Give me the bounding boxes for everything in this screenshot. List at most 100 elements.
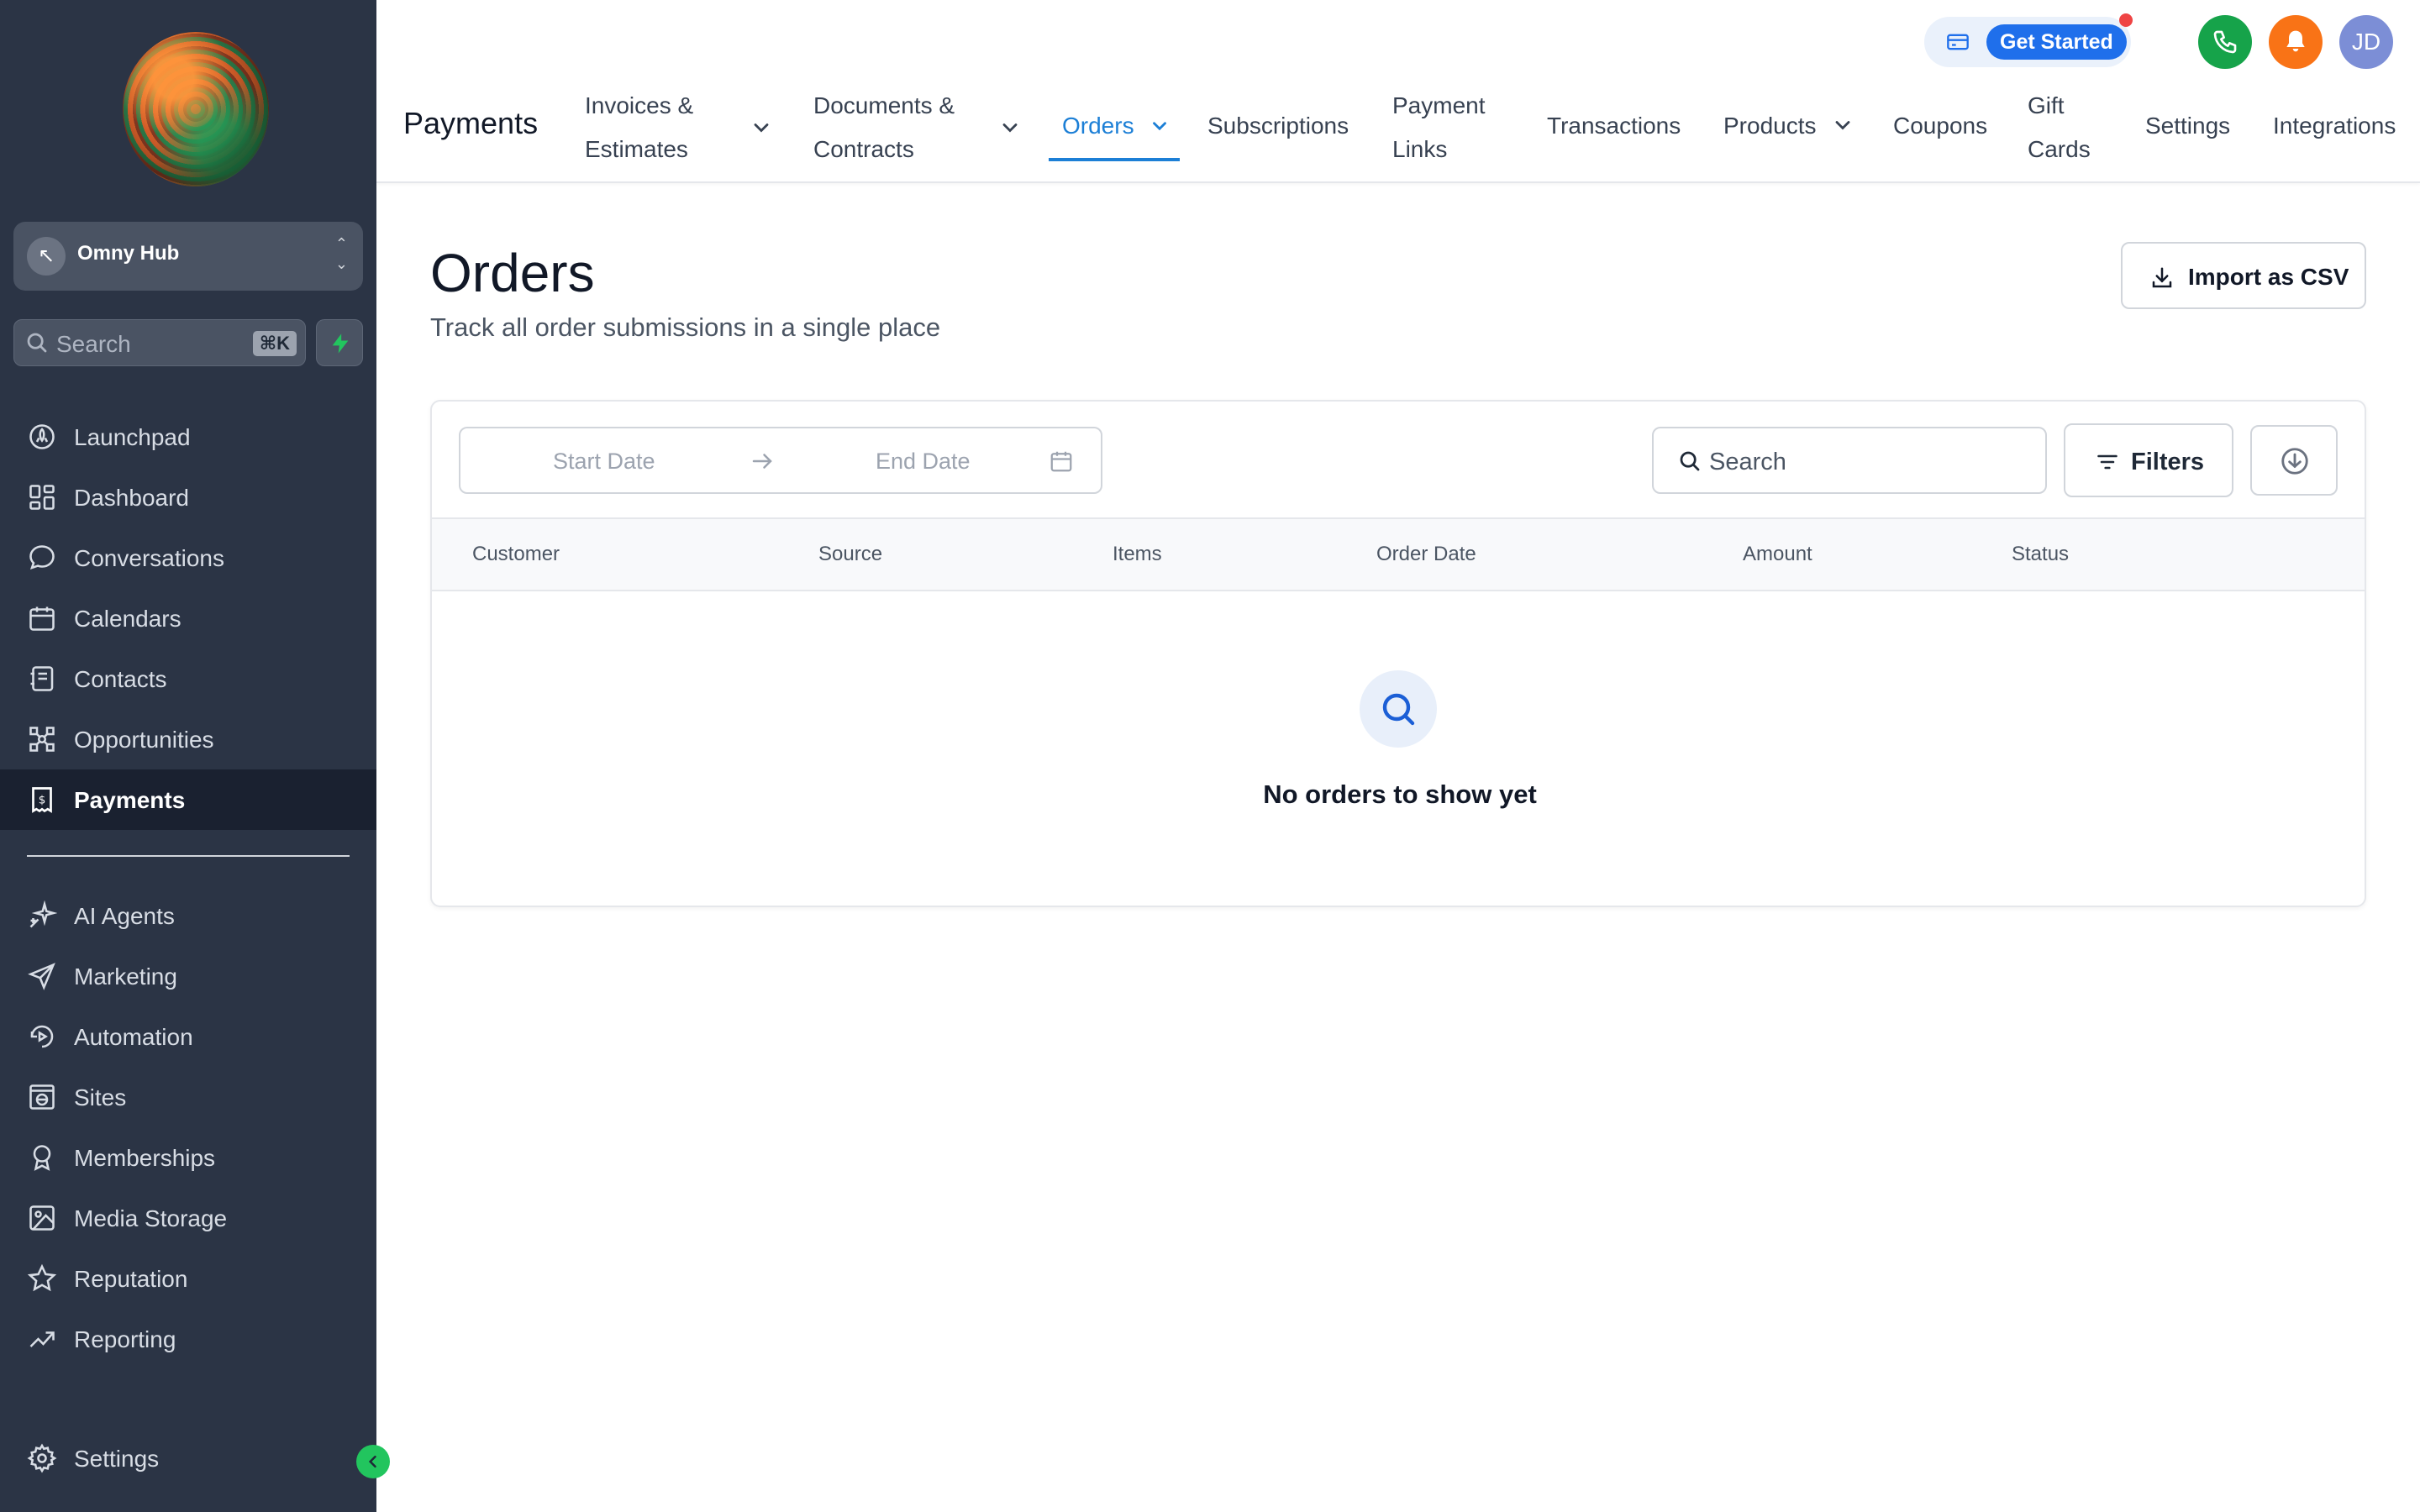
- sidebar-item-label: Payments: [74, 787, 186, 813]
- sidebar-item-label: Dashboard: [74, 485, 189, 511]
- table-header: Customer Source Items Order Date Amount …: [432, 517, 2365, 591]
- column-header-amount[interactable]: Amount: [1743, 543, 1812, 566]
- tab-label-line1: Documents &: [813, 92, 955, 118]
- tab-orders[interactable]: Orders: [1062, 106, 1171, 146]
- tab-label: Transactions: [1547, 113, 1681, 139]
- filters-label: Filters: [2131, 449, 2205, 475]
- opportunities-icon: [29, 727, 55, 752]
- tab-coupons[interactable]: Coupons: [1893, 106, 1987, 146]
- empty-state-message: No orders to show yet: [1263, 780, 1537, 809]
- tab-gift-cards[interactable]: Gift Cards: [2028, 84, 2091, 171]
- section-title: Payments: [403, 106, 539, 140]
- column-header-order-date[interactable]: Order Date: [1376, 543, 1476, 566]
- sidebar: ↖ Omny Hub ⌃ ⌄ Search ⌘K Launchpad Dashbo…: [0, 0, 376, 1512]
- automation-icon: [30, 1025, 54, 1048]
- export-button[interactable]: [2250, 425, 2338, 496]
- arrow-right-icon: [752, 454, 772, 469]
- get-started-button[interactable]: Get Started: [1986, 24, 2127, 60]
- sidebar-item-opportunities[interactable]: Opportunities: [0, 709, 376, 769]
- sidebar-item-dashboard[interactable]: Dashboard: [0, 467, 376, 528]
- tab-label-line1: Payment: [1392, 92, 1486, 118]
- sidebar-item-conversations[interactable]: Conversations: [0, 528, 376, 588]
- contacts-book-icon: [30, 666, 54, 691]
- tab-label-line2: Estimates: [585, 136, 688, 162]
- column-header-items[interactable]: Items: [1113, 543, 1162, 566]
- sparkle-icon: [29, 900, 57, 928]
- sidebar-item-label: Reporting: [74, 1326, 176, 1352]
- column-header-status[interactable]: Status: [2012, 543, 2069, 566]
- calendar-icon: [1050, 451, 1072, 472]
- empty-state-icon: [1360, 670, 1437, 748]
- tab-invoices-estimates[interactable]: Invoices & Estimates: [585, 84, 769, 171]
- credit-card-icon: [1947, 34, 1969, 50]
- keyboard-shortcut-badge: ⌘K: [252, 331, 297, 356]
- notification-dot: [2119, 13, 2133, 27]
- date-range-picker[interactable]: Start Date End Date: [459, 427, 1102, 494]
- account-switcher[interactable]: ↖ Omny Hub ⌃ ⌄: [13, 222, 363, 291]
- payments-receipt-icon: $: [32, 787, 52, 813]
- tab-documents-contracts[interactable]: Documents & Contracts: [813, 84, 1018, 171]
- tab-label-line2: Links: [1392, 136, 1448, 162]
- user-avatar[interactable]: JD: [2339, 15, 2393, 69]
- sidebar-search[interactable]: Search ⌘K: [13, 319, 306, 366]
- import-csv-button[interactable]: Import as CSV: [2121, 242, 2366, 309]
- sidebar-item-label: Opportunities: [74, 727, 214, 753]
- tab-label-line1: Invoices &: [585, 92, 694, 118]
- quick-action-button[interactable]: [316, 319, 363, 366]
- start-date-placeholder: Start Date: [553, 449, 655, 474]
- sidebar-item-sites[interactable]: Sites: [0, 1067, 376, 1127]
- tab-subscriptions[interactable]: Subscriptions: [1207, 106, 1349, 146]
- sidebar-item-automation[interactable]: Automation: [0, 1006, 376, 1067]
- end-date-placeholder: End Date: [876, 449, 971, 474]
- globe-window-icon: [29, 1084, 55, 1110]
- chevron-down-icon: [754, 123, 769, 133]
- bell-icon: [2286, 30, 2305, 52]
- sidebar-item-memberships[interactable]: Memberships: [0, 1127, 376, 1188]
- search-icon: [1680, 451, 1700, 471]
- orders-search-input[interactable]: Search: [1652, 427, 2047, 494]
- sidebar-item-settings[interactable]: Settings: [0, 1428, 376, 1488]
- orders-search-placeholder: Search: [1709, 449, 1786, 475]
- tab-label: Products: [1723, 113, 1817, 139]
- tab-settings[interactable]: Settings: [2145, 106, 2230, 146]
- sidebar-collapse-button[interactable]: [356, 1445, 390, 1478]
- tab-transactions[interactable]: Transactions: [1547, 106, 1681, 146]
- column-header-source[interactable]: Source: [818, 543, 882, 566]
- orders-card: Start Date End Date Search Filters Custo…: [430, 400, 2366, 907]
- lightning-icon: [332, 333, 349, 354]
- filters-button[interactable]: Filters: [2064, 423, 2233, 497]
- tab-label: Orders: [1062, 113, 1134, 139]
- sidebar-item-label: Sites: [74, 1084, 127, 1110]
- sidebar-item-label: Contacts: [74, 666, 167, 692]
- column-header-customer[interactable]: Customer: [472, 543, 560, 566]
- tab-label: Integrations: [2273, 113, 2396, 139]
- page-title: Orders: [430, 243, 595, 303]
- search-icon: [27, 333, 47, 353]
- sidebar-item-reputation[interactable]: Reputation: [0, 1248, 376, 1309]
- tab-label: Settings: [2145, 113, 2231, 139]
- sidebar-item-label: Conversations: [74, 545, 224, 571]
- active-tab-indicator: [1049, 158, 1180, 161]
- tab-payment-links[interactable]: Payment Links: [1392, 84, 1486, 171]
- sidebar-item-label: Launchpad: [74, 424, 191, 450]
- import-csv-label: Import as CSV: [2188, 264, 2349, 290]
- sidebar-item-contacts[interactable]: Contacts: [0, 648, 376, 709]
- sidebar-item-marketing[interactable]: Marketing: [0, 946, 376, 1006]
- send-icon: [28, 963, 55, 990]
- company-logo[interactable]: [123, 32, 269, 186]
- sidebar-item-payments[interactable]: $ Payments: [0, 769, 376, 830]
- sidebar-item-ai-agents[interactable]: AI Agents: [0, 885, 376, 946]
- gear-icon: [27, 1443, 57, 1473]
- sidebar-item-reporting[interactable]: Reporting: [0, 1309, 376, 1369]
- get-started-widget[interactable]: Get Started: [1924, 17, 2131, 67]
- sidebar-item-launchpad[interactable]: Launchpad: [0, 407, 376, 467]
- page-subtitle: Track all order submissions in a single …: [430, 312, 941, 342]
- chevron-down-icon: [1153, 122, 1167, 131]
- sidebar-item-calendars[interactable]: Calendars: [0, 588, 376, 648]
- download-icon: [2152, 267, 2172, 288]
- sidebar-item-media-storage[interactable]: Media Storage: [0, 1188, 376, 1248]
- tab-integrations[interactable]: Integrations: [2273, 106, 2396, 146]
- phone-button[interactable]: [2198, 15, 2252, 69]
- tab-products[interactable]: Products: [1723, 106, 1854, 146]
- notifications-button[interactable]: [2269, 15, 2323, 69]
